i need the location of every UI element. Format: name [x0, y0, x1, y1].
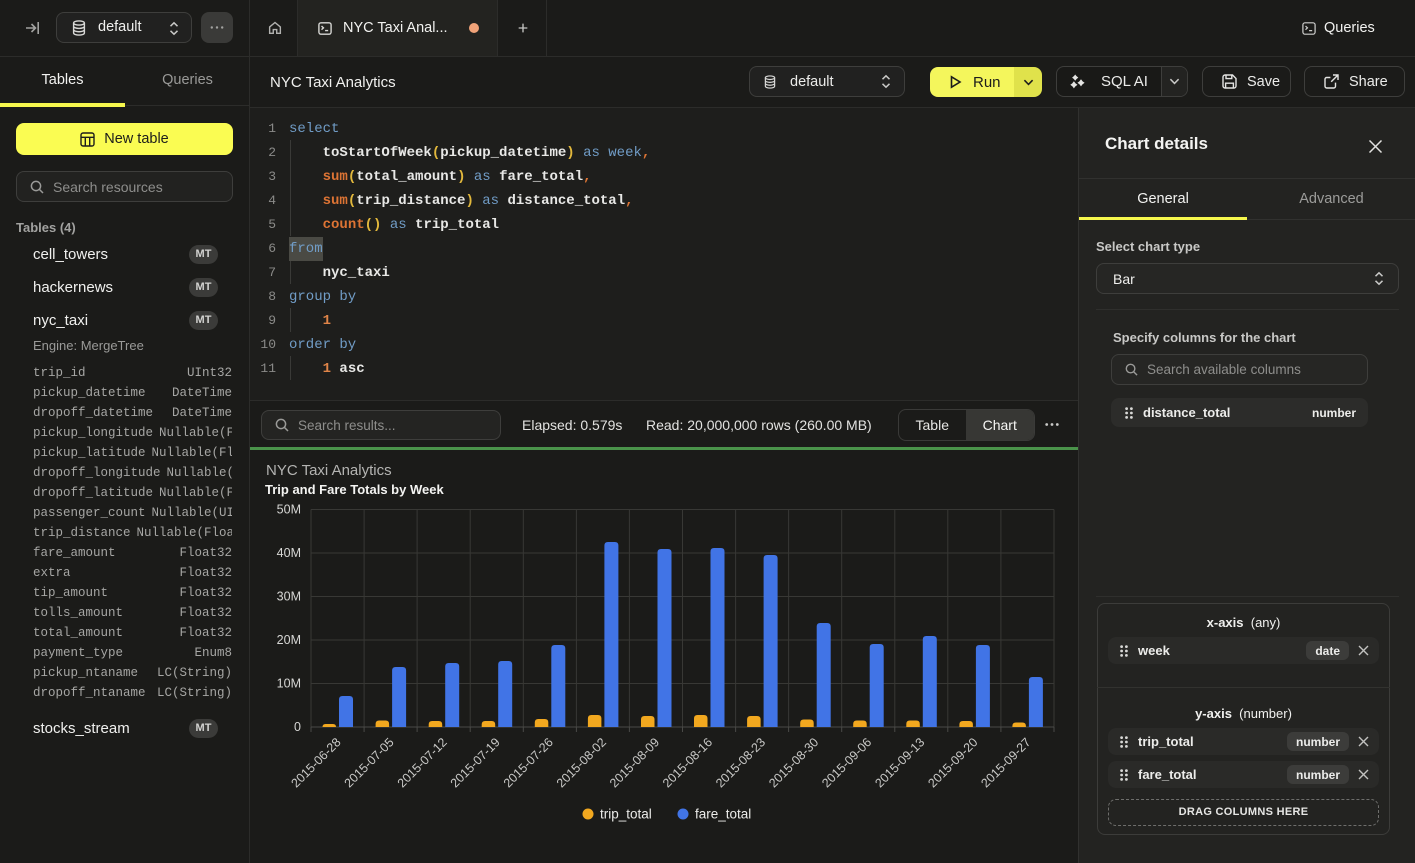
- svg-text:trip_total: trip_total: [600, 807, 652, 822]
- svg-text:2015-07-12: 2015-07-12: [395, 735, 450, 790]
- svg-text:2015-08-09: 2015-08-09: [607, 735, 662, 790]
- svg-text:fare_total: fare_total: [695, 807, 751, 822]
- svg-text:2015-07-19: 2015-07-19: [448, 735, 503, 790]
- svg-text:50M: 50M: [277, 503, 301, 517]
- svg-text:2015-08-30: 2015-08-30: [766, 735, 821, 790]
- svg-text:10M: 10M: [277, 677, 301, 691]
- svg-text:2015-09-20: 2015-09-20: [925, 735, 980, 790]
- svg-text:2015-07-05: 2015-07-05: [342, 735, 397, 790]
- svg-text:2015-09-13: 2015-09-13: [872, 735, 927, 790]
- svg-text:2015-07-26: 2015-07-26: [501, 735, 556, 790]
- svg-text:2015-09-27: 2015-09-27: [978, 735, 1033, 790]
- svg-text:2015-08-02: 2015-08-02: [554, 735, 609, 790]
- svg-text:0: 0: [294, 720, 301, 734]
- svg-text:2015-08-16: 2015-08-16: [660, 735, 715, 790]
- svg-text:40M: 40M: [277, 546, 301, 560]
- svg-text:2015-08-23: 2015-08-23: [713, 735, 768, 790]
- svg-text:30M: 30M: [277, 590, 301, 604]
- svg-text:2015-09-06: 2015-09-06: [819, 735, 874, 790]
- svg-text:20M: 20M: [277, 633, 301, 647]
- svg-text:2015-06-28: 2015-06-28: [289, 735, 344, 790]
